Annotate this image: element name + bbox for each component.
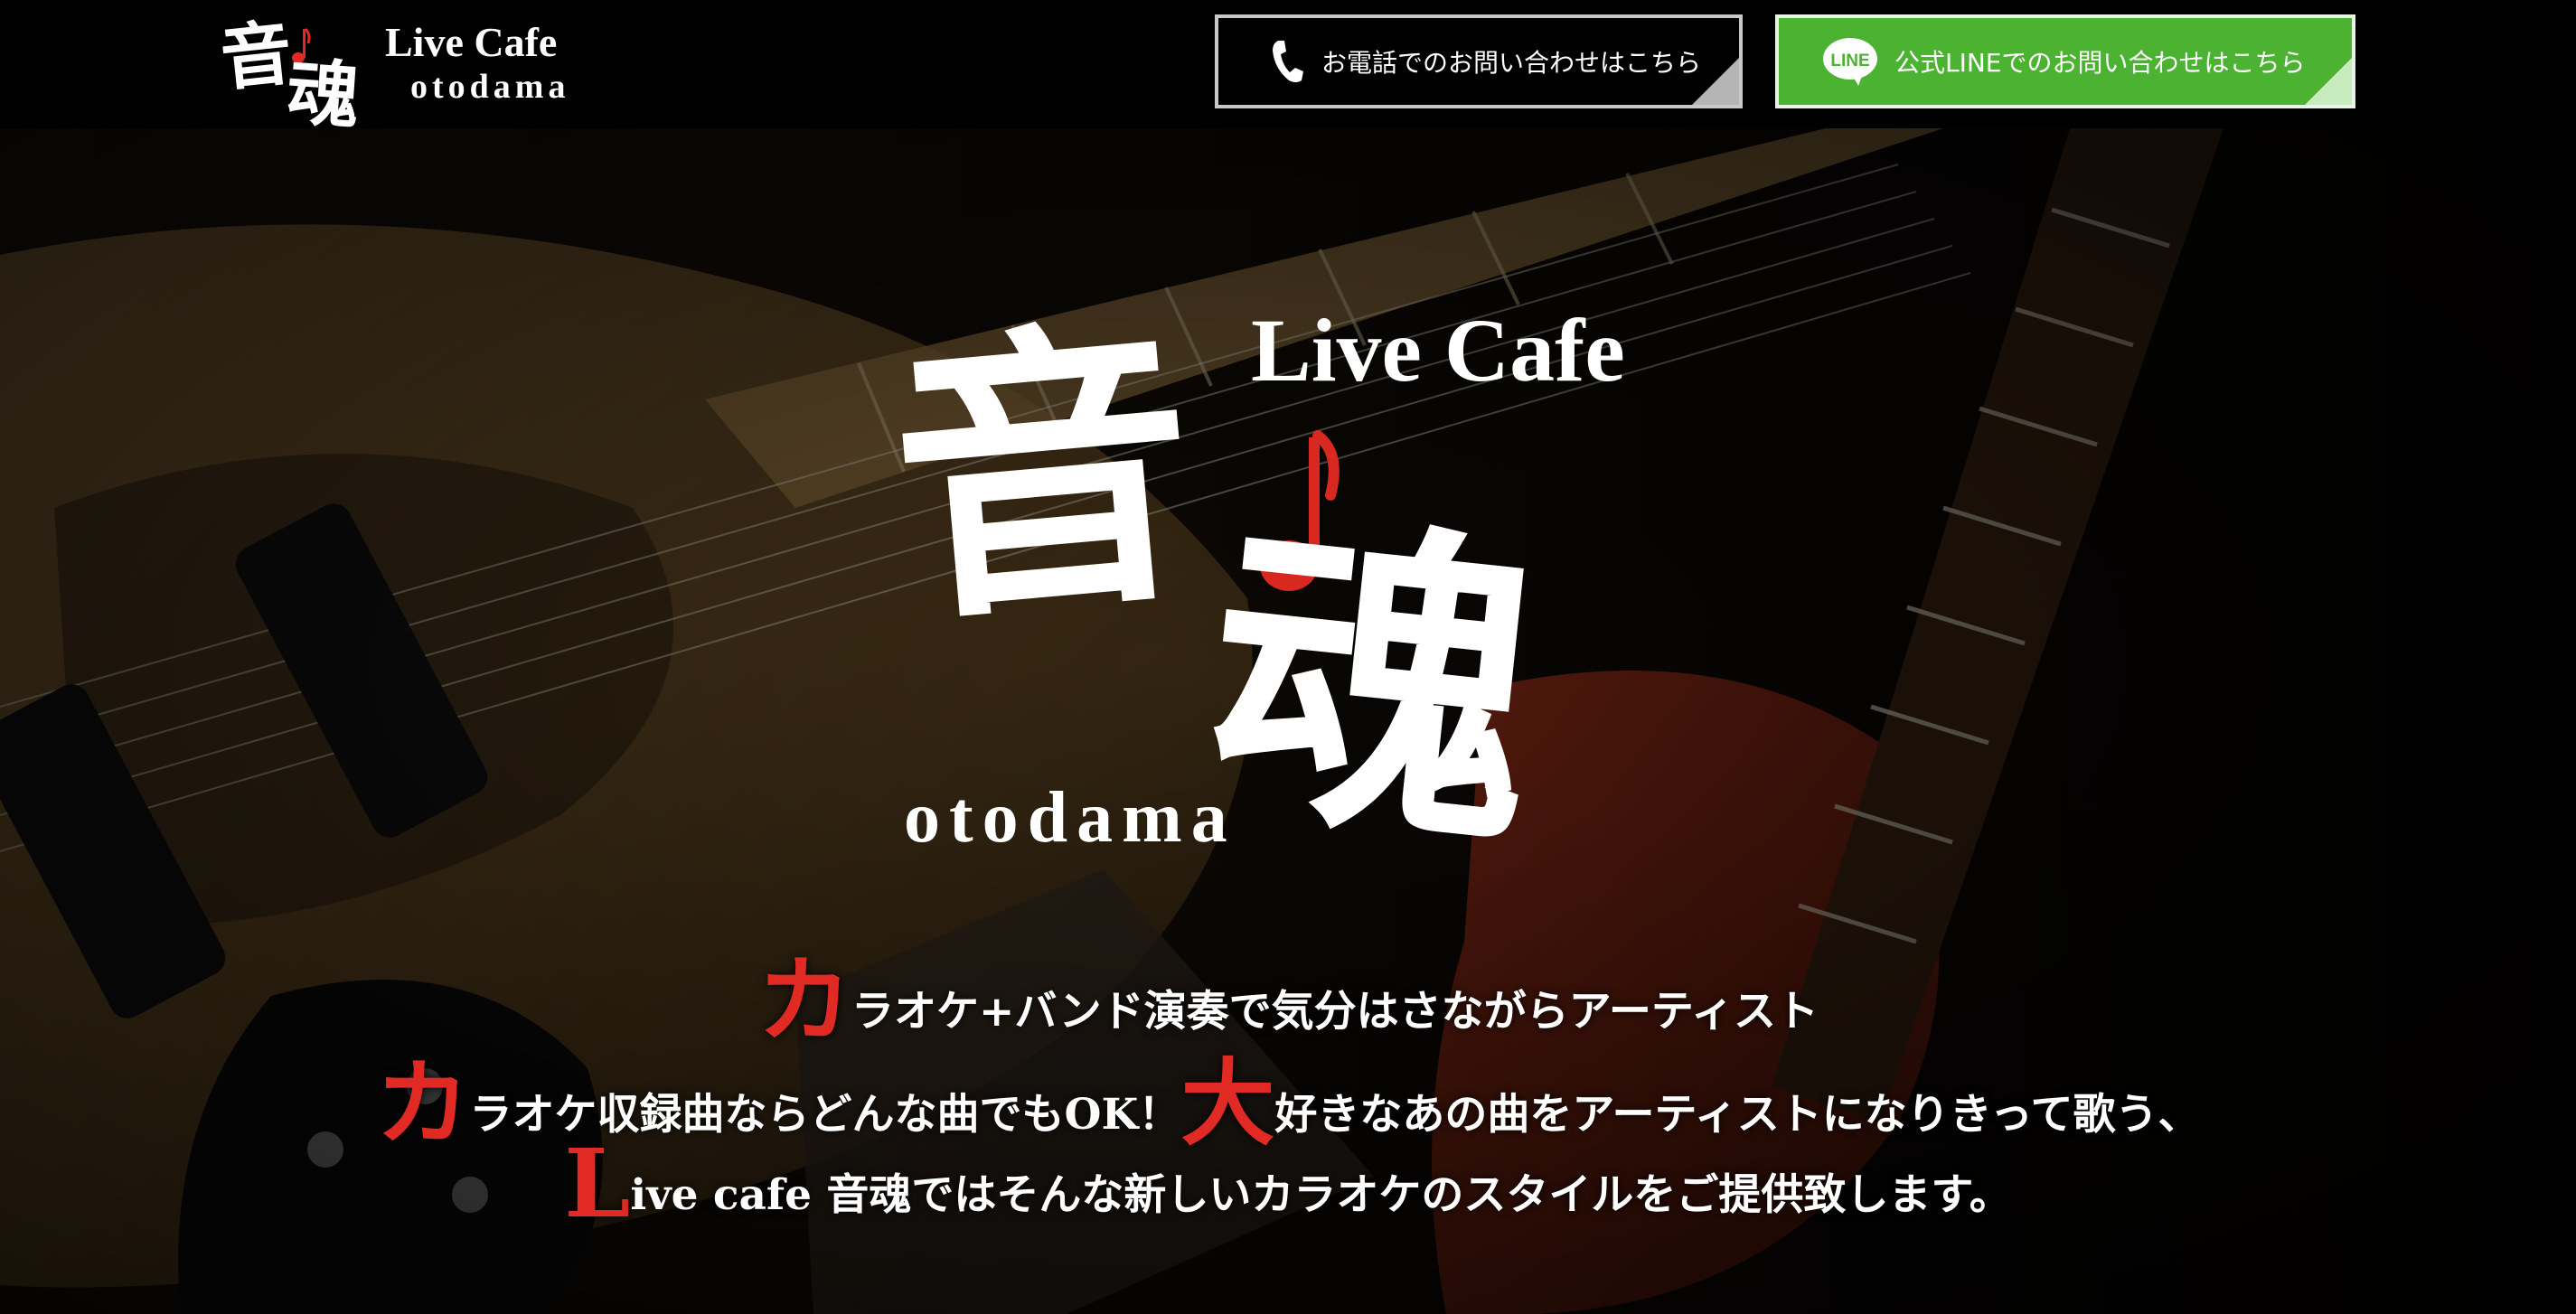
- hero-logo-live-cafe: Live Cafe: [1251, 300, 1625, 400]
- tagline-initial: L: [564, 1128, 631, 1239]
- logo-otodama: otodama: [410, 68, 570, 106]
- svg-text:LINE: LINE: [1830, 52, 1869, 70]
- logo-kanji-tama: 魂: [284, 49, 362, 139]
- logo-live-cafe: Live Cafe: [385, 19, 558, 65]
- phone-icon: [1269, 38, 1305, 85]
- hero-logo-otodama: otodama: [904, 778, 1236, 858]
- line-contact-button[interactable]: LINE 公式LINEでのお問い合わせはこちら: [1775, 14, 2355, 108]
- line-icon: LINE: [1822, 36, 1878, 87]
- site-logo[interactable]: 音 魂 Live Cafe otodama: [217, 0, 597, 139]
- line-contact-label: 公式LINEでのお問い合わせはこちら: [1894, 48, 2306, 78]
- hero-logo-kanji-tama: 魂: [1191, 477, 1556, 892]
- phone-contact-label: お電話でのお問い合わせはこちら: [1321, 48, 1702, 78]
- button-corner-decoration: [2305, 58, 2352, 105]
- hero-section: Live Cafe 音 魂 otodama カラオケ+バンド演奏で気分はさながら…: [0, 128, 2576, 1314]
- logo-kanji-oto: 音: [217, 12, 296, 101]
- tagline-line-3: Live cafe 音魂ではそんな新しいカラオケのスタイルをご提供致します。: [0, 1128, 2576, 1239]
- button-corner-decoration: [1692, 58, 1739, 105]
- hero-logo-kanji-oto: 音: [879, 286, 1208, 662]
- phone-contact-button[interactable]: お電話でのお問い合わせはこちら: [1215, 14, 1743, 108]
- page: 音 魂 Live Cafe otodama お電話でのお問い合わせはこちら LI…: [0, 0, 2576, 1314]
- site-header: 音 魂 Live Cafe otodama お電話でのお問い合わせはこちら LI…: [0, 0, 2576, 139]
- tagline-text: ive cafe 音魂ではそんな新しいカラオケのスタイルをご提供致します。: [630, 1170, 2012, 1220]
